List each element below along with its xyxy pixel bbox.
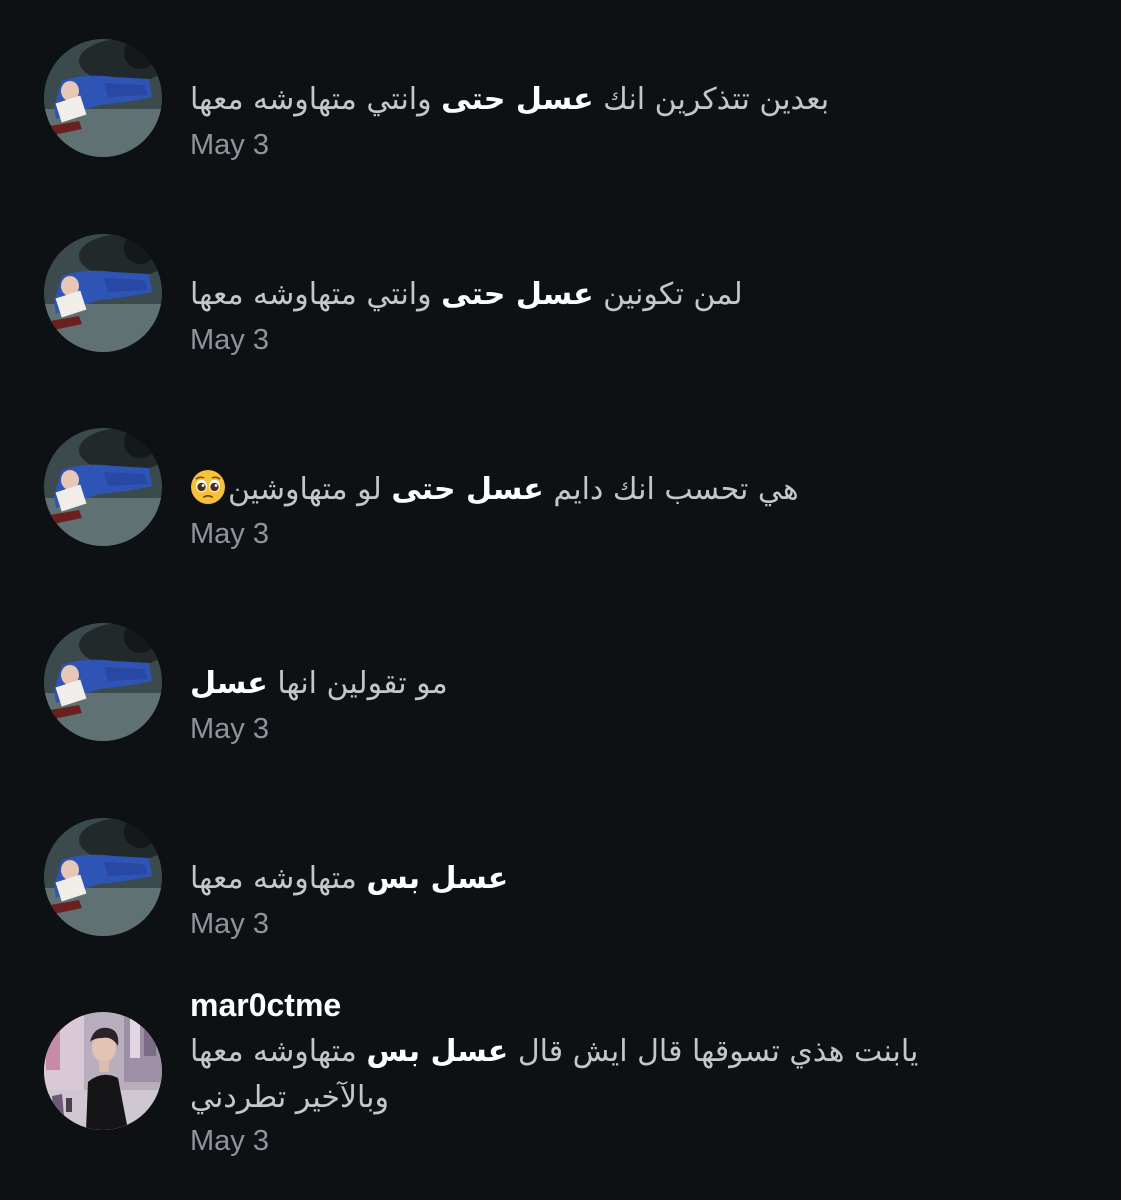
comment-text-line2: وبالآخير تطردني [190,1080,389,1115]
user-avatar-street-photo-icon [44,1012,162,1130]
user-avatar[interactable] [44,1012,162,1130]
comment-keyword: عسل بس [366,1034,509,1069]
comment-date: May 3 [190,1125,269,1157]
user-avatar[interactable] [44,39,162,157]
comment-keyword: عسل بس [366,861,509,896]
user-avatar[interactable] [44,428,162,546]
comment-text: لمن تكونين عسل حتى وانتي متهاوشه معها [190,277,743,312]
comment-keyword: عسل حتى [391,472,544,507]
user-avatar-blue-hoodie-icon [44,234,162,352]
comment-text: مو تقولين انها عسل [190,666,448,701]
user-avatar-blue-hoodie-icon [44,818,162,936]
user-avatar-blue-hoodie-icon [44,428,162,546]
user-avatar-blue-hoodie-icon [44,623,162,741]
comment-keyword: عسل حتى [441,277,594,312]
comment-text: هي تحسب انك دايم عسل حتى لو متهاوشين [190,469,799,510]
comment-username[interactable]: mar0ctme [190,986,341,1024]
user-avatar[interactable] [44,818,162,936]
user-avatar[interactable] [44,234,162,352]
comment-date: May 3 [190,908,269,940]
comment-feed: بعدين تتذكرين انك عسل حتى وانتي متهاوشه … [0,0,1121,1200]
comment-keyword: عسل حتى [441,82,594,117]
comment-text: عسل بس متهاوشه معها [190,861,509,896]
comment-date: May 3 [190,713,269,745]
pleading-face-icon [190,469,226,505]
comment-keyword: عسل [190,666,268,701]
user-avatar[interactable] [44,623,162,741]
comment-date: May 3 [190,129,269,161]
comment-date: May 3 [190,518,269,550]
comment-text: بعدين تتذكرين انك عسل حتى وانتي متهاوشه … [190,82,830,117]
comment-text: يابنت هذي تسوقها قال ايش قال عسل بس متها… [190,1034,919,1069]
comment-date: May 3 [190,324,269,356]
user-avatar-blue-hoodie-icon [44,39,162,157]
